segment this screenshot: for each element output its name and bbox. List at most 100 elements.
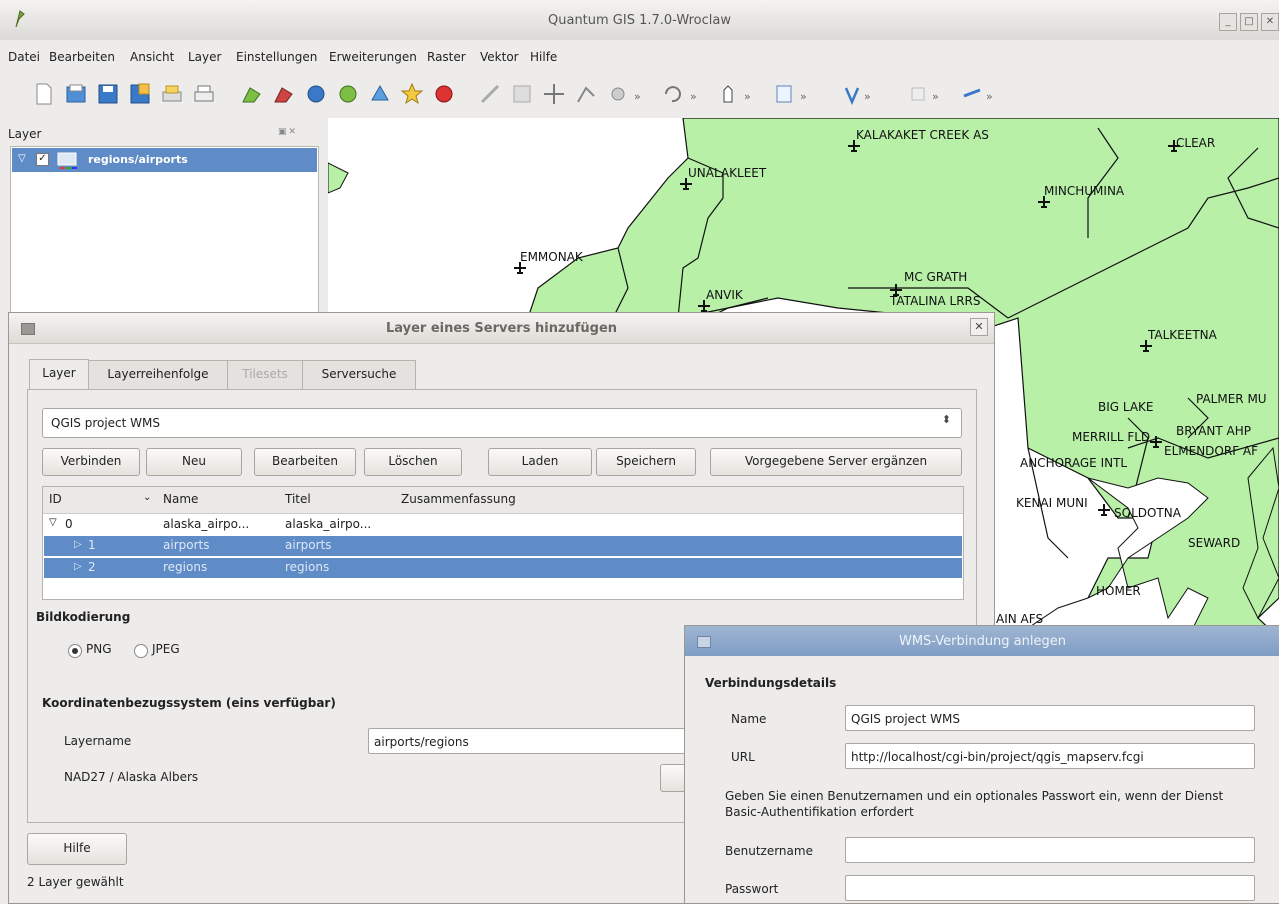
add-spatialite-layer-icon[interactable] <box>336 82 360 106</box>
toolbar-overflow-4[interactable]: » <box>800 90 807 103</box>
add-wms-layer-icon[interactable] <box>368 82 392 106</box>
airport-marker-icon <box>1140 340 1152 352</box>
plugin-icon[interactable] <box>906 82 930 106</box>
expand-arrow-icon[interactable]: ▷ <box>74 561 82 572</box>
layer-row-regions-airports[interactable]: ▽ ✓ regions/airports <box>12 148 317 172</box>
new-project-icon[interactable] <box>32 82 56 106</box>
identify-icon[interactable] <box>772 82 796 106</box>
url-label: URL <box>731 750 755 764</box>
map-label: KALAKAKET CREEK AS <box>856 128 989 142</box>
window-title: Quantum GIS 1.7.0-Wroclaw <box>548 13 731 28</box>
username-input[interactable] <box>845 837 1255 863</box>
undo-icon[interactable] <box>660 82 684 106</box>
expand-arrow-icon[interactable]: ▷ <box>74 539 82 550</box>
minimize-button[interactable]: _ <box>1219 13 1237 31</box>
pan-map-icon[interactable] <box>716 82 740 106</box>
close-window-button[interactable]: ✕ <box>1261 13 1279 31</box>
name-label: Name <box>731 712 767 726</box>
row-name: airports <box>163 538 210 552</box>
save-edits-icon[interactable] <box>510 82 534 106</box>
table-row[interactable]: ▷ 1 airports airports <box>44 536 962 556</box>
toolbar-overflow-5[interactable]: » <box>864 90 871 103</box>
menu-layer[interactable]: Layer <box>188 50 221 64</box>
toggle-editing-icon[interactable] <box>478 82 502 106</box>
pan-icon[interactable] <box>542 82 566 106</box>
url-input[interactable]: http://localhost/cgi-bin/project/qgis_ma… <box>845 743 1255 769</box>
map-label: MERRILL FLD <box>1072 430 1151 444</box>
menu-datei[interactable]: Datei <box>8 50 40 64</box>
gps-icon[interactable] <box>960 82 984 106</box>
crs-section-title: Koordinatenbezugssystem (eins verfügbar) <box>42 696 336 710</box>
add-raster-layer-icon[interactable] <box>272 82 296 106</box>
map-label: SOLDOTNA <box>1114 506 1181 520</box>
map-label: CLEAR <box>1176 136 1216 150</box>
help-button[interactable]: Hilfe <box>27 833 127 865</box>
add-default-servers-button[interactable]: Vorgegebene Server ergänzen <box>710 448 962 476</box>
menu-erweiterungen[interactable]: Erweiterungen <box>329 50 417 64</box>
png-label: PNG <box>86 642 112 656</box>
remove-layer-icon[interactable] <box>432 82 456 106</box>
print-composer-icon[interactable] <box>160 82 184 106</box>
add-vector-layer-icon[interactable] <box>240 82 264 106</box>
toolbar-overflow-3[interactable]: » <box>744 90 751 103</box>
tab-serversuche[interactable]: Serversuche <box>302 360 416 389</box>
layer-name: regions/airports <box>88 153 188 166</box>
toolbar-overflow-1[interactable]: » <box>634 90 641 103</box>
delete-selected-icon[interactable] <box>606 82 630 106</box>
layername-field[interactable]: airports/regions <box>368 728 688 754</box>
col-header-id[interactable]: ID <box>49 492 62 506</box>
toolbar-overflow-7[interactable]: » <box>986 90 993 103</box>
add-postgis-layer-icon[interactable] <box>304 82 328 106</box>
connection-details-title: Verbindungsdetails <box>705 676 837 690</box>
menu-einstellungen[interactable]: Einstellungen <box>236 50 317 64</box>
map-label: PALMER MU <box>1196 392 1267 406</box>
combo-arrows-icon: ⬍ <box>941 413 951 426</box>
layer-panel: Layer ▣✕ ▽ ✓ regions/airports <box>0 118 328 333</box>
node-tool-icon[interactable] <box>574 82 598 106</box>
col-header-abstract[interactable]: Zusammenfassung <box>401 492 516 506</box>
map-label: BIG LAKE <box>1098 400 1154 414</box>
map-label: SEWARD <box>1188 536 1241 550</box>
menu-ansicht[interactable]: Ansicht <box>130 50 174 64</box>
toolbar-overflow-6[interactable]: » <box>932 90 939 103</box>
collapse-arrow-icon[interactable]: ▽ <box>49 517 57 528</box>
col-header-name[interactable]: Name <box>163 492 198 506</box>
table-row[interactable]: ▷ 2 regions regions <box>44 558 962 578</box>
col-header-title[interactable]: Titel <box>285 492 311 506</box>
menu-raster[interactable]: Raster <box>427 50 466 64</box>
map-label: TALKEETNA <box>1148 328 1217 342</box>
menu-bearbeiten[interactable]: Bearbeiten <box>49 50 115 64</box>
add-wfs-layer-icon[interactable] <box>400 82 424 106</box>
save-button[interactable]: Speichern <box>596 448 696 476</box>
password-input[interactable] <box>845 875 1255 901</box>
save-project-icon[interactable] <box>96 82 120 106</box>
delete-button[interactable]: Löschen <box>364 448 462 476</box>
layer-visibility-checkbox[interactable]: ✓ <box>36 153 49 166</box>
server-select[interactable]: QGIS project WMS ⬍ <box>42 408 962 438</box>
menu-vektor[interactable]: Vektor <box>480 50 519 64</box>
load-button[interactable]: Laden <box>488 448 592 476</box>
layer-table[interactable]: ID ⌄ Name Titel Zusammenfassung ▽ 0 alas… <box>42 486 964 600</box>
edit-button[interactable]: Bearbeiten <box>254 448 356 476</box>
map-label: UNALAKLEET <box>688 166 767 180</box>
name-input[interactable]: QGIS project WMS <box>845 705 1255 731</box>
jpeg-radio[interactable] <box>134 644 148 658</box>
save-as-icon[interactable] <box>128 82 152 106</box>
table-row[interactable]: ▽ 0 alaska_airpo... alaska_airpo... <box>43 515 963 535</box>
help-icon[interactable] <box>840 82 864 106</box>
open-project-icon[interactable] <box>64 82 88 106</box>
connect-button[interactable]: Verbinden <box>42 448 140 476</box>
png-radio[interactable] <box>68 644 82 658</box>
new-button[interactable]: Neu <box>146 448 242 476</box>
expand-arrow-icon[interactable]: ▽ <box>18 153 26 164</box>
maximize-button[interactable]: □ <box>1240 13 1258 31</box>
map-label: ANVIK <box>706 288 743 302</box>
panel-float-close-icons[interactable]: ▣✕ <box>278 127 298 137</box>
menu-hilfe[interactable]: Hilfe <box>530 50 557 64</box>
print-icon[interactable] <box>192 82 216 106</box>
toolbar-overflow-2[interactable]: » <box>690 90 697 103</box>
tab-layerreihenfolge[interactable]: Layerreihenfolge <box>88 360 228 389</box>
close-icon[interactable]: ✕ <box>970 318 988 336</box>
tab-layer[interactable]: Layer <box>29 359 89 390</box>
map-label: KENAI MUNI <box>1016 496 1088 510</box>
